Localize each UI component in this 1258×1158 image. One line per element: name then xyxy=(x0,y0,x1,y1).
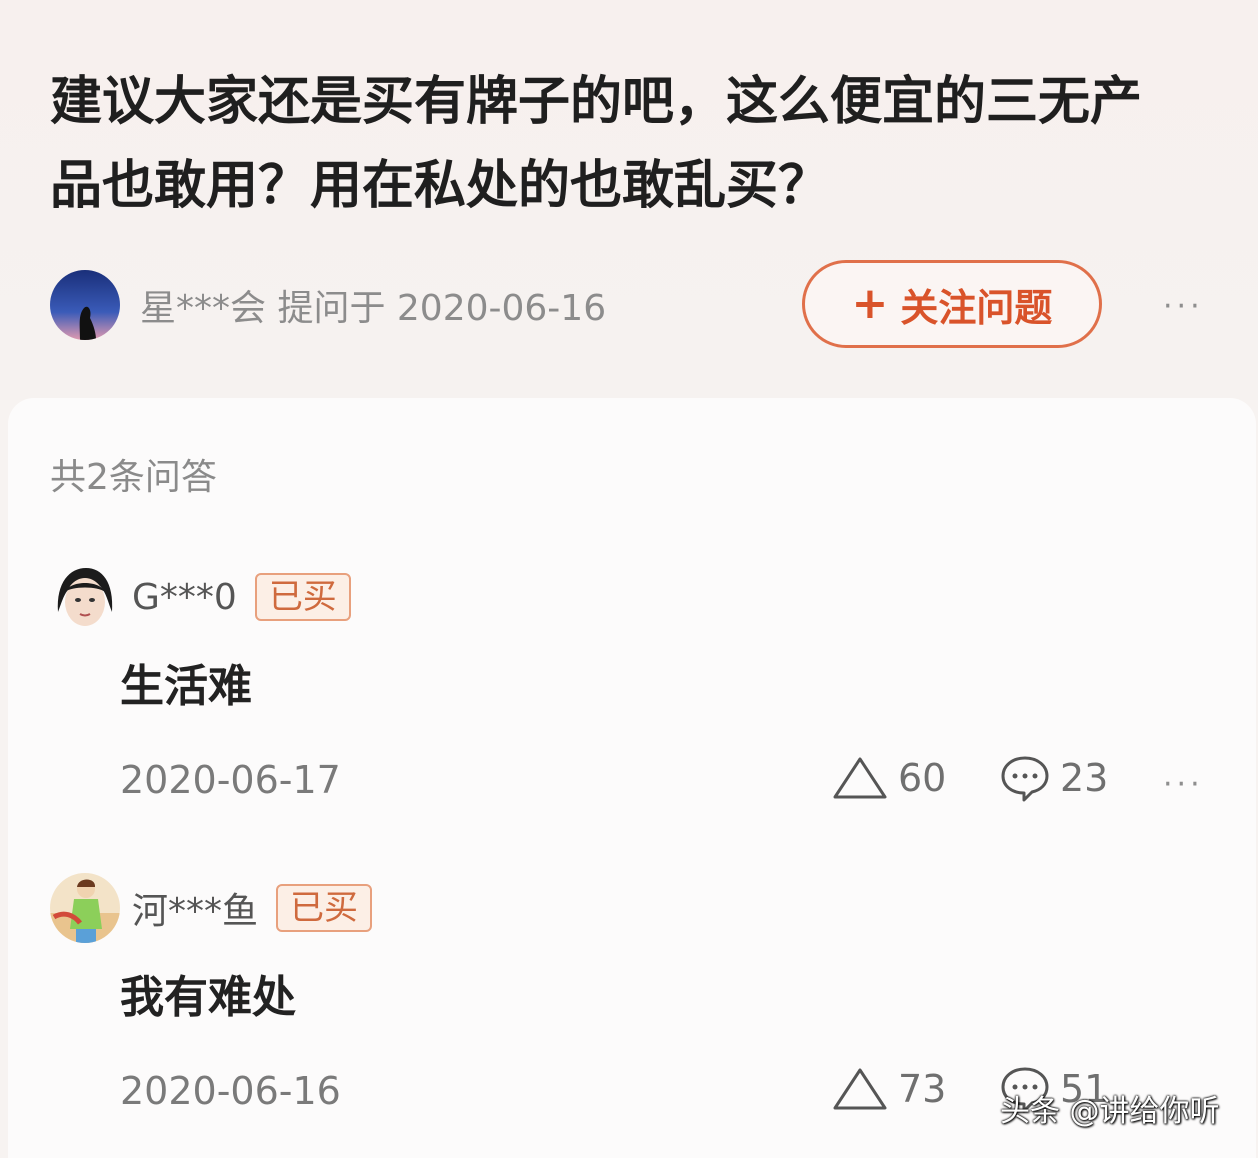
follow-question-button[interactable]: + 关注问题 xyxy=(802,260,1102,348)
answer-date: 2020-06-17 xyxy=(120,758,341,802)
follow-label: 关注问题 xyxy=(900,285,1053,330)
user-name[interactable]: 河***鱼 xyxy=(132,882,258,934)
comment-count: 23 xyxy=(1060,756,1109,800)
answers-count: 共2条问答 xyxy=(50,457,217,498)
comment-button[interactable]: 23 xyxy=(1000,754,1108,802)
purchased-badge: 已买 xyxy=(254,573,351,621)
answer-more-icon[interactable]: ··· xyxy=(1163,770,1204,800)
asker-info: 星***会 提问于 2020-06-16 xyxy=(50,270,606,340)
answer-header: G***0 已买 xyxy=(50,562,351,632)
answer-date: 2020-06-16 xyxy=(120,1069,341,1113)
question-more-icon[interactable]: ··· xyxy=(1163,292,1204,322)
like-button[interactable]: 60 xyxy=(832,754,946,802)
watermark: 头条 @讲给你听 xyxy=(1000,1094,1220,1129)
like-count: 60 xyxy=(898,756,947,800)
like-count: 73 xyxy=(898,1067,947,1111)
like-button[interactable]: 73 xyxy=(832,1065,946,1113)
user-avatar[interactable] xyxy=(50,562,120,632)
like-icon xyxy=(833,757,887,799)
like-icon xyxy=(833,1068,887,1110)
question-title: 建议大家还是买有牌子的吧，这么便宜的三无产品也敢用？用在私处的也敢乱买？ xyxy=(50,72,1143,216)
user-name[interactable]: G***0 xyxy=(132,577,237,618)
plus-icon: + xyxy=(851,278,889,329)
answer-text: 生活难 xyxy=(120,661,252,712)
asker-line: 星***会 提问于 2020-06-16 xyxy=(140,288,607,329)
comment-icon xyxy=(1001,756,1049,802)
answer-header: 河***鱼 已买 xyxy=(50,873,373,943)
purchased-badge: 已买 xyxy=(276,884,373,932)
answer-text: 我有难处 xyxy=(120,972,296,1023)
answer-item: G***0 已买 生活难 2020-06-17 60 23 ··· xyxy=(50,562,1220,812)
asker-avatar[interactable] xyxy=(50,270,120,340)
user-avatar[interactable] xyxy=(50,873,120,943)
